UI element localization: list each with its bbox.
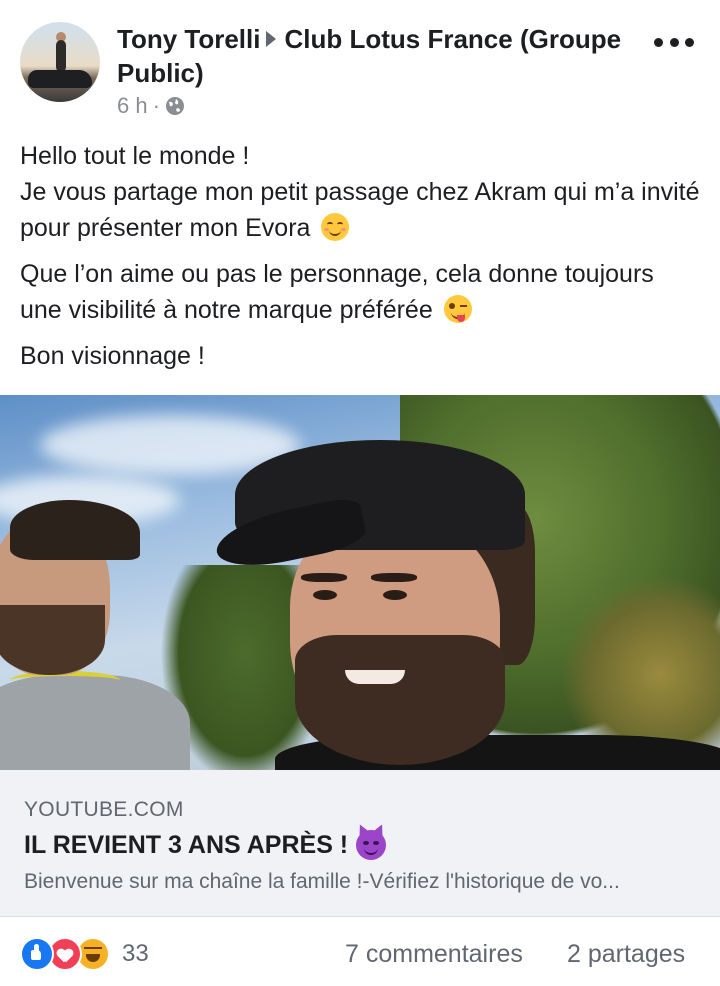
- post-paragraph: Bon visionnage !: [20, 338, 700, 374]
- author-avatar[interactable]: [20, 22, 100, 102]
- comments-count[interactable]: 7 commentaires: [345, 940, 523, 969]
- like-icon: [20, 937, 54, 971]
- post-footer: 33 7 commentaires 2 partages: [0, 916, 720, 986]
- author-name[interactable]: Tony Torelli: [117, 24, 260, 54]
- arrow-right-icon: [266, 31, 277, 47]
- smiling-devil-icon: [356, 830, 387, 860]
- reaction-count: 33: [122, 940, 149, 967]
- globe-icon: [165, 97, 184, 115]
- author-line: Tony Torelli Club Lotus France (Groupe Pu…: [117, 22, 637, 90]
- winking-tongue-face-icon: [443, 295, 472, 323]
- person-main: [211, 435, 720, 770]
- more-dot: [654, 37, 663, 47]
- more-dot: [685, 37, 694, 47]
- feed-post: Tony Torelli Club Lotus France (Groupe Pu…: [0, 0, 720, 986]
- post-paragraph: Hello tout le monde ! Je vous partage mon…: [20, 138, 700, 246]
- link-domain: YOUTUBE.COM: [24, 798, 184, 821]
- link-description: Bienvenue sur ma chaîne la famille !-Vér…: [24, 870, 620, 893]
- post-header: Tony Torelli Club Lotus France (Groupe Pu…: [0, 0, 720, 130]
- link-title-text: IL REVIENT 3 ANS APRÈS !: [24, 830, 349, 859]
- post-text: Hello tout le monde ! Je vous partage mon…: [20, 138, 700, 384]
- shares-count[interactable]: 2 partages: [567, 940, 685, 969]
- post-line: Je vous partage mon petit passage chez A…: [20, 178, 700, 242]
- more-dot: [669, 37, 679, 47]
- link-preview[interactable]: YOUTUBE.COM IL REVIENT 3 ANS APRÈS ! Bie…: [0, 770, 720, 917]
- avatar-person: [56, 40, 66, 72]
- post-line: Que l’on aime ou pas le personnage, cela…: [20, 260, 654, 324]
- more-icon[interactable]: [654, 30, 694, 54]
- smiling-face-icon: [321, 213, 350, 241]
- video-thumbnail[interactable]: [0, 395, 720, 770]
- post-line: Bon visionnage !: [20, 342, 205, 370]
- meta-separator: ·: [152, 93, 160, 118]
- post-time[interactable]: 6 h: [117, 92, 148, 120]
- reactions-summary[interactable]: 33: [20, 937, 149, 971]
- link-title: IL REVIENT 3 ANS APRÈS !: [24, 830, 387, 860]
- post-line: Hello tout le monde !: [20, 142, 250, 170]
- avatar-car: [28, 70, 92, 88]
- post-meta: 6 h ·: [117, 92, 185, 120]
- person-left: [0, 495, 200, 770]
- post-paragraph: Que l’on aime ou pas le personnage, cela…: [20, 256, 700, 328]
